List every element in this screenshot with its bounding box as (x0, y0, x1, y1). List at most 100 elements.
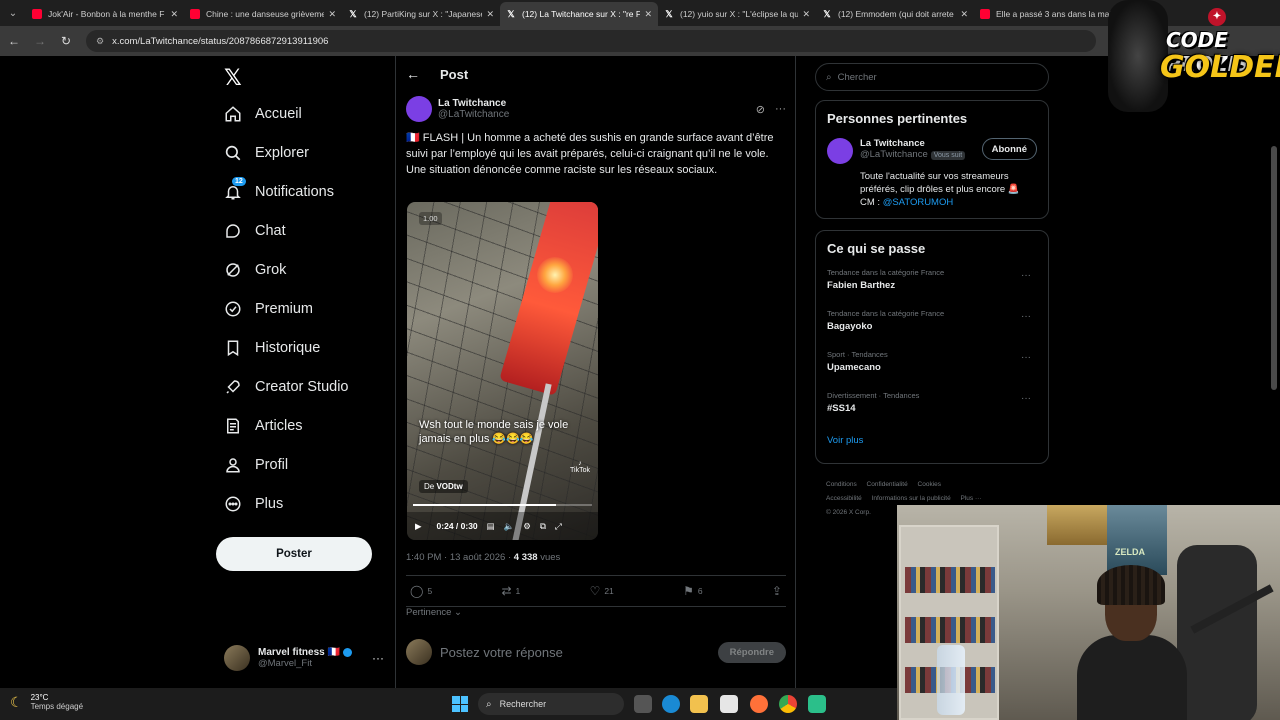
author-avatar[interactable] (406, 96, 432, 122)
more-options-icon[interactable]: ··· (1021, 352, 1031, 363)
video-credit[interactable]: De VODtw (419, 480, 468, 493)
pip-icon[interactable]: ⧉ (540, 521, 546, 532)
sidebar-item-articles[interactable]: Articles (224, 408, 303, 444)
browser-tab[interactable]: Chine : une danseuse grièveme ✕ (184, 2, 342, 26)
account-switcher[interactable]: Marvel fitness 🇫🇷 @Marvel_Fit ··· (224, 642, 384, 674)
search-input[interactable]: ⌕ Chercher (815, 63, 1049, 91)
reply-button[interactable]: ◯ 5 (410, 584, 432, 598)
close-icon[interactable]: ✕ (644, 9, 652, 20)
edge-icon[interactable] (662, 695, 680, 713)
see-more-link[interactable]: Voir plus (827, 435, 1037, 446)
close-icon[interactable]: ✕ (328, 9, 336, 20)
footer-link[interactable]: Plus ··· (961, 495, 982, 502)
trend-item[interactable]: Tendance dans la catégorie France Bagayo… (827, 309, 1037, 350)
close-icon[interactable]: ✕ (170, 9, 178, 20)
more-options-icon[interactable]: ··· (1021, 270, 1031, 281)
scrollbar-thumb[interactable] (1271, 146, 1277, 390)
browser-tab[interactable]: 𝕏 (12) PartiKing sur X : "Japanese ✕ (342, 2, 500, 26)
chrome-icon[interactable] (779, 695, 797, 713)
sidebar-item-notifications[interactable]: 12 Notifications (224, 174, 334, 210)
close-icon[interactable]: ✕ (802, 9, 810, 20)
user-name[interactable]: La Twitchance (860, 138, 965, 149)
sidebar-item-creator-studio[interactable]: Creator Studio (224, 369, 349, 405)
footer-link[interactable]: Cookies (918, 481, 941, 488)
share-button[interactable]: ⇪ (772, 584, 782, 598)
back-arrow-icon[interactable]: ← (406, 66, 420, 82)
x-icon: 𝕏 (349, 8, 357, 19)
url-field[interactable]: ⚙ x.com/LaTwitchance/status/208786687291… (86, 30, 1096, 52)
more-options-icon[interactable]: ··· (775, 103, 786, 116)
captions-icon[interactable]: ▤ (487, 521, 495, 532)
sidebar-item-chat[interactable]: Chat (224, 213, 286, 249)
task-view-icon[interactable] (634, 695, 652, 713)
file-explorer-icon[interactable] (690, 695, 708, 713)
sidebar-item-bookmarks[interactable]: Historique (224, 330, 320, 366)
footer-link[interactable]: Confidentialité (867, 481, 908, 488)
like-button[interactable]: ♡ 21 (590, 584, 614, 598)
x-logo-icon[interactable]: 𝕏 (224, 66, 242, 91)
browser-tab[interactable]: 𝕏 (12) Emmodem (qui doit arrete ✕ (816, 2, 974, 26)
youtube-icon (190, 9, 200, 19)
forward-arrow-icon[interactable]: → (28, 29, 52, 53)
windows-start-icon[interactable] (452, 696, 468, 712)
browser-tab[interactable]: Jok'Air - Bonbon à la menthe F ✕ (26, 2, 184, 26)
avatar[interactable] (827, 138, 853, 164)
relevant-people-card: Personnes pertinentes La Twitchance @LaT… (815, 100, 1049, 219)
tab-search-icon[interactable]: ⌄ (0, 0, 26, 26)
trend-item[interactable]: Sport · Tendances Upamecano ··· (827, 350, 1037, 391)
search-placeholder: Chercher (837, 71, 877, 83)
bio-link[interactable]: @SATORUMOH (883, 197, 954, 208)
sidebar-item-home[interactable]: Accueil (224, 96, 302, 132)
author-handle[interactable]: @LaTwitchance (438, 109, 509, 120)
footer-link[interactable]: Accessibilité (826, 495, 862, 502)
site-info-icon[interactable]: ⚙ (96, 36, 104, 47)
bookmark-button[interactable]: ⚑ 6 (683, 584, 703, 598)
streamer (1067, 565, 1197, 720)
tab-title: Elle a passé 3 ans dans la mais (996, 9, 1115, 19)
sidebar-item-label: Creator Studio (255, 379, 349, 395)
volume-icon[interactable]: 🔈 (504, 521, 515, 532)
browser-tab[interactable]: 𝕏 (12) yuio sur X : "L'éclipse la qu ✕ (658, 2, 816, 26)
footer-link[interactable]: Informations sur la publicité (872, 495, 951, 502)
reply-submit-button[interactable]: Répondre (717, 641, 786, 663)
taskbar-search[interactable]: ⌕ Rechercher (478, 693, 624, 715)
play-icon[interactable]: ▶ (415, 521, 422, 532)
post-time[interactable]: 1:40 PM (406, 552, 441, 563)
weather-widget[interactable]: ☾ 23°C Temps dégagé (10, 693, 83, 711)
browser-tab-active[interactable]: 𝕏 (12) La Twitchance sur X : "re Fl ✕ (500, 2, 658, 26)
close-icon[interactable]: ✕ (960, 9, 968, 20)
trend-item[interactable]: Divertissement · Tendances #SS14 ··· (827, 391, 1037, 432)
more-options-icon[interactable]: ··· (1021, 311, 1031, 322)
playback-rate[interactable]: 1.00 (419, 212, 442, 225)
back-arrow-icon[interactable]: ← (2, 29, 26, 53)
settings-icon[interactable]: ⚙ (523, 521, 531, 532)
sidebar-item-explore[interactable]: Explorer (224, 135, 309, 171)
credit-user: VODtw (436, 482, 463, 491)
like-count: 21 (604, 586, 614, 596)
fullscreen-icon[interactable]: ⤢ (555, 521, 562, 532)
sidebar-item-more[interactable]: Plus (224, 486, 283, 522)
footer-link[interactable]: Conditions (826, 481, 857, 488)
author-name[interactable]: La Twitchance (438, 98, 509, 109)
video-progress-bar[interactable] (413, 504, 592, 506)
close-icon[interactable]: ✕ (486, 9, 494, 20)
firefox-icon[interactable] (750, 695, 768, 713)
grok-icon[interactable]: ⊘ (756, 103, 765, 116)
post-date[interactable]: 13 août 2026 (450, 552, 505, 563)
sidebar-item-profile[interactable]: Profil (224, 447, 288, 483)
more-options-icon[interactable]: ··· (1021, 393, 1031, 404)
sidebar-item-premium[interactable]: Premium (224, 291, 313, 327)
sidebar-item-grok[interactable]: Grok (224, 252, 286, 288)
repost-button[interactable]: ⇄ 1 (501, 584, 520, 598)
overlay-badge-icon: ✦ (1208, 8, 1226, 26)
trend-item[interactable]: Tendance dans la catégorie France Fabien… (827, 268, 1037, 309)
sort-dropdown[interactable]: Pertinence ⌄ (406, 607, 462, 618)
app-icon[interactable] (808, 695, 826, 713)
store-icon[interactable] (720, 695, 738, 713)
more-options-icon[interactable]: ··· (372, 651, 384, 665)
video-player[interactable]: 1.00 Wsh tout le monde sais je vole jama… (407, 202, 598, 540)
reload-icon[interactable]: ↻ (54, 29, 78, 53)
post-button[interactable]: Poster (216, 537, 372, 571)
following-button[interactable]: Abonné (981, 138, 1037, 160)
reply-input[interactable]: Postez votre réponse (440, 645, 563, 660)
